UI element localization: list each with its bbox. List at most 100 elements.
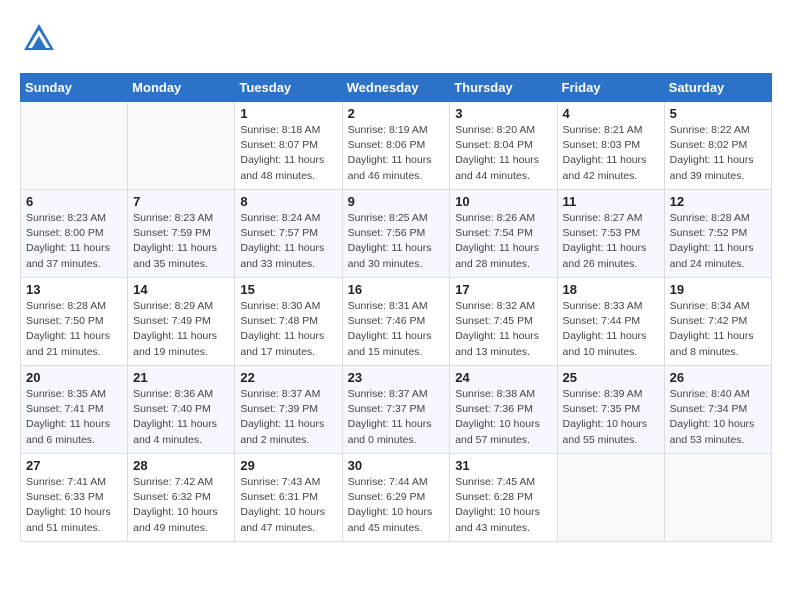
calendar-cell: 1 Sunrise: 8:18 AM Sunset: 8:07 PM Daylig… <box>235 102 342 190</box>
day-number: 16 <box>348 282 445 297</box>
calendar-cell: 6 Sunrise: 8:23 AM Sunset: 8:00 PM Daylig… <box>21 190 128 278</box>
day-info: Sunrise: 7:43 AM Sunset: 6:31 PM Dayligh… <box>240 475 336 536</box>
week-row-1: 1 Sunrise: 8:18 AM Sunset: 8:07 PM Daylig… <box>21 102 772 190</box>
calendar-cell: 20 Sunrise: 8:35 AM Sunset: 7:41 PM Dayli… <box>21 366 128 454</box>
week-row-2: 6 Sunrise: 8:23 AM Sunset: 8:00 PM Daylig… <box>21 190 772 278</box>
calendar-cell: 9 Sunrise: 8:25 AM Sunset: 7:56 PM Daylig… <box>342 190 450 278</box>
day-number: 18 <box>563 282 659 297</box>
calendar-cell: 3Sunrise: 8:20 AM Sunset: 8:04 PM Daylig… <box>450 102 557 190</box>
day-info: Sunrise: 8:22 AM Sunset: 8:02 PM Dayligh… <box>670 123 766 184</box>
calendar-cell: 8 Sunrise: 8:24 AM Sunset: 7:57 PM Daylig… <box>235 190 342 278</box>
calendar-cell: 26 Sunrise: 8:40 AM Sunset: 7:34 PM Dayli… <box>664 366 771 454</box>
calendar-cell: 5 Sunrise: 8:22 AM Sunset: 8:02 PM Daylig… <box>664 102 771 190</box>
day-number: 23 <box>348 370 445 385</box>
calendar-cell: 14 Sunrise: 8:29 AM Sunset: 7:49 PM Dayli… <box>128 278 235 366</box>
day-number: 1 <box>240 106 336 121</box>
day-number: 2 <box>348 106 445 121</box>
day-info: Sunrise: 8:29 AM Sunset: 7:49 PM Dayligh… <box>133 299 229 360</box>
day-info: Sunrise: 8:32 AM Sunset: 7:45 PM Dayligh… <box>455 299 551 360</box>
page-header <box>20 20 772 63</box>
logo-icon <box>20 20 58 58</box>
day-number: 21 <box>133 370 229 385</box>
weekday-header-saturday: Saturday <box>664 74 771 102</box>
calendar-table: SundayMondayTuesdayWednesdayThursdayFrid… <box>20 73 772 542</box>
calendar-cell: 29 Sunrise: 7:43 AM Sunset: 6:31 PM Dayli… <box>235 454 342 542</box>
calendar-cell: 4 Sunrise: 8:21 AM Sunset: 8:03 PM Daylig… <box>557 102 664 190</box>
calendar-cell: 23 Sunrise: 8:37 AM Sunset: 7:37 PM Dayli… <box>342 366 450 454</box>
day-info: Sunrise: 8:28 AM Sunset: 7:50 PM Dayligh… <box>26 299 122 360</box>
calendar-cell: 31 Sunrise: 7:45 AM Sunset: 6:28 PM Dayli… <box>450 454 557 542</box>
day-number: 14 <box>133 282 229 297</box>
day-number: 8 <box>240 194 336 209</box>
calendar-cell: 28 Sunrise: 7:42 AM Sunset: 6:32 PM Dayli… <box>128 454 235 542</box>
weekday-header-friday: Friday <box>557 74 664 102</box>
calendar-cell: 27Sunrise: 7:41 AM Sunset: 6:33 PM Dayli… <box>21 454 128 542</box>
day-info: Sunrise: 8:23 AM Sunset: 8:00 PM Dayligh… <box>26 211 122 272</box>
calendar-cell: 15 Sunrise: 8:30 AM Sunset: 7:48 PM Dayli… <box>235 278 342 366</box>
calendar-cell: 13 Sunrise: 8:28 AM Sunset: 7:50 PM Dayli… <box>21 278 128 366</box>
weekday-header-monday: Monday <box>128 74 235 102</box>
weekday-header-wednesday: Wednesday <box>342 74 450 102</box>
calendar-cell: 18 Sunrise: 8:33 AM Sunset: 7:44 PM Dayli… <box>557 278 664 366</box>
day-info: Sunrise: 8:39 AM Sunset: 7:35 PM Dayligh… <box>563 387 659 448</box>
calendar-cell: 7 Sunrise: 8:23 AM Sunset: 7:59 PM Daylig… <box>128 190 235 278</box>
calendar-cell <box>664 454 771 542</box>
day-info: Sunrise: 8:30 AM Sunset: 7:48 PM Dayligh… <box>240 299 336 360</box>
day-number: 30 <box>348 458 445 473</box>
day-number: 29 <box>240 458 336 473</box>
day-info: Sunrise: 8:38 AM Sunset: 7:36 PM Dayligh… <box>455 387 551 448</box>
calendar-cell: 25Sunrise: 8:39 AM Sunset: 7:35 PM Dayli… <box>557 366 664 454</box>
day-number: 11 <box>563 194 659 209</box>
day-number: 5 <box>670 106 766 121</box>
day-info: Sunrise: 8:25 AM Sunset: 7:56 PM Dayligh… <box>348 211 445 272</box>
day-number: 26 <box>670 370 766 385</box>
day-number: 13 <box>26 282 122 297</box>
calendar-cell: 19 Sunrise: 8:34 AM Sunset: 7:42 PM Dayli… <box>664 278 771 366</box>
day-info: Sunrise: 8:24 AM Sunset: 7:57 PM Dayligh… <box>240 211 336 272</box>
day-info: Sunrise: 8:19 AM Sunset: 8:06 PM Dayligh… <box>348 123 445 184</box>
day-info: Sunrise: 7:42 AM Sunset: 6:32 PM Dayligh… <box>133 475 229 536</box>
calendar-cell: 22Sunrise: 8:37 AM Sunset: 7:39 PM Dayli… <box>235 366 342 454</box>
logo <box>20 20 66 63</box>
day-info: Sunrise: 8:34 AM Sunset: 7:42 PM Dayligh… <box>670 299 766 360</box>
calendar-cell <box>557 454 664 542</box>
day-number: 4 <box>563 106 659 121</box>
weekday-header-sunday: Sunday <box>21 74 128 102</box>
day-info: Sunrise: 8:31 AM Sunset: 7:46 PM Dayligh… <box>348 299 445 360</box>
day-number: 7 <box>133 194 229 209</box>
day-number: 10 <box>455 194 551 209</box>
day-info: Sunrise: 8:26 AM Sunset: 7:54 PM Dayligh… <box>455 211 551 272</box>
day-info: Sunrise: 8:36 AM Sunset: 7:40 PM Dayligh… <box>133 387 229 448</box>
day-number: 24 <box>455 370 551 385</box>
calendar-cell: 12Sunrise: 8:28 AM Sunset: 7:52 PM Dayli… <box>664 190 771 278</box>
calendar-cell: 21 Sunrise: 8:36 AM Sunset: 7:40 PM Dayli… <box>128 366 235 454</box>
day-number: 31 <box>455 458 551 473</box>
day-info: Sunrise: 7:44 AM Sunset: 6:29 PM Dayligh… <box>348 475 445 536</box>
day-number: 20 <box>26 370 122 385</box>
calendar-cell: 17 Sunrise: 8:32 AM Sunset: 7:45 PM Dayli… <box>450 278 557 366</box>
day-info: Sunrise: 8:35 AM Sunset: 7:41 PM Dayligh… <box>26 387 122 448</box>
calendar-cell: 2 Sunrise: 8:19 AM Sunset: 8:06 PM Daylig… <box>342 102 450 190</box>
calendar-cell: 10 Sunrise: 8:26 AM Sunset: 7:54 PM Dayli… <box>450 190 557 278</box>
day-info: Sunrise: 8:37 AM Sunset: 7:37 PM Dayligh… <box>348 387 445 448</box>
day-number: 15 <box>240 282 336 297</box>
day-info: Sunrise: 8:40 AM Sunset: 7:34 PM Dayligh… <box>670 387 766 448</box>
day-info: Sunrise: 8:21 AM Sunset: 8:03 PM Dayligh… <box>563 123 659 184</box>
day-info: Sunrise: 7:41 AM Sunset: 6:33 PM Dayligh… <box>26 475 122 536</box>
day-number: 6 <box>26 194 122 209</box>
day-number: 12 <box>670 194 766 209</box>
calendar-cell: 11Sunrise: 8:27 AM Sunset: 7:53 PM Dayli… <box>557 190 664 278</box>
day-number: 28 <box>133 458 229 473</box>
day-number: 9 <box>348 194 445 209</box>
weekday-header-tuesday: Tuesday <box>235 74 342 102</box>
calendar-cell <box>21 102 128 190</box>
day-number: 17 <box>455 282 551 297</box>
day-info: Sunrise: 8:20 AM Sunset: 8:04 PM Dayligh… <box>455 123 551 184</box>
day-info: Sunrise: 8:33 AM Sunset: 7:44 PM Dayligh… <box>563 299 659 360</box>
day-number: 19 <box>670 282 766 297</box>
week-row-4: 20 Sunrise: 8:35 AM Sunset: 7:41 PM Dayli… <box>21 366 772 454</box>
week-row-5: 27Sunrise: 7:41 AM Sunset: 6:33 PM Dayli… <box>21 454 772 542</box>
day-info: Sunrise: 8:18 AM Sunset: 8:07 PM Dayligh… <box>240 123 336 184</box>
day-info: Sunrise: 7:45 AM Sunset: 6:28 PM Dayligh… <box>455 475 551 536</box>
day-info: Sunrise: 8:23 AM Sunset: 7:59 PM Dayligh… <box>133 211 229 272</box>
